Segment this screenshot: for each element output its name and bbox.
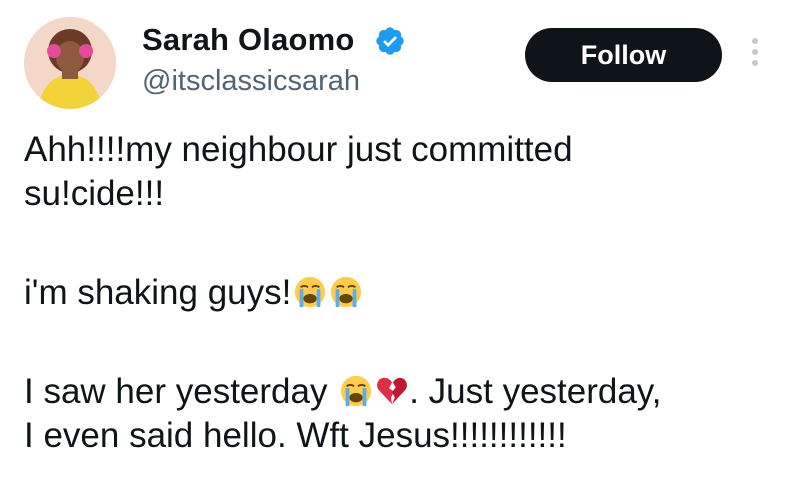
- avatar[interactable]: [24, 17, 116, 109]
- tweet-line: i'm shaking guys!: [24, 271, 784, 315]
- tweet-card: Sarah Olaomo @itsclassicsarah Follow Ahh…: [0, 0, 800, 498]
- tweet-line-text: I saw her yesterday: [24, 372, 338, 411]
- tweet-line: Ahh!!!!my neighbour just committed: [24, 130, 573, 169]
- loudly-crying-face-emoji: [295, 276, 326, 308]
- follow-button[interactable]: Follow: [525, 28, 722, 82]
- tweet-line-text: i'm shaking guys!: [24, 273, 292, 312]
- user-handle[interactable]: @itsclassicsarah: [142, 65, 360, 98]
- tweet-line-text: . Just yesterday,: [409, 372, 662, 411]
- loudly-crying-face-emoji: [341, 375, 372, 407]
- tweet-line: I saw her yesterday . Just yesterday,: [24, 370, 784, 414]
- tweet-text: Ahh!!!!my neighbour just committed su!ci…: [24, 128, 784, 458]
- broken-heart-emoji: [377, 377, 408, 405]
- tweet-line: I even said hello. Wft Jesus!!!!!!!!!!!!: [24, 416, 567, 455]
- avatar-image: [24, 17, 116, 109]
- display-name[interactable]: Sarah Olaomo: [142, 22, 355, 58]
- loudly-crying-face-emoji: [331, 276, 362, 308]
- tweet-line: su!cide!!!: [24, 174, 165, 213]
- more-options-icon[interactable]: [748, 38, 762, 74]
- verified-badge-icon: [376, 27, 404, 55]
